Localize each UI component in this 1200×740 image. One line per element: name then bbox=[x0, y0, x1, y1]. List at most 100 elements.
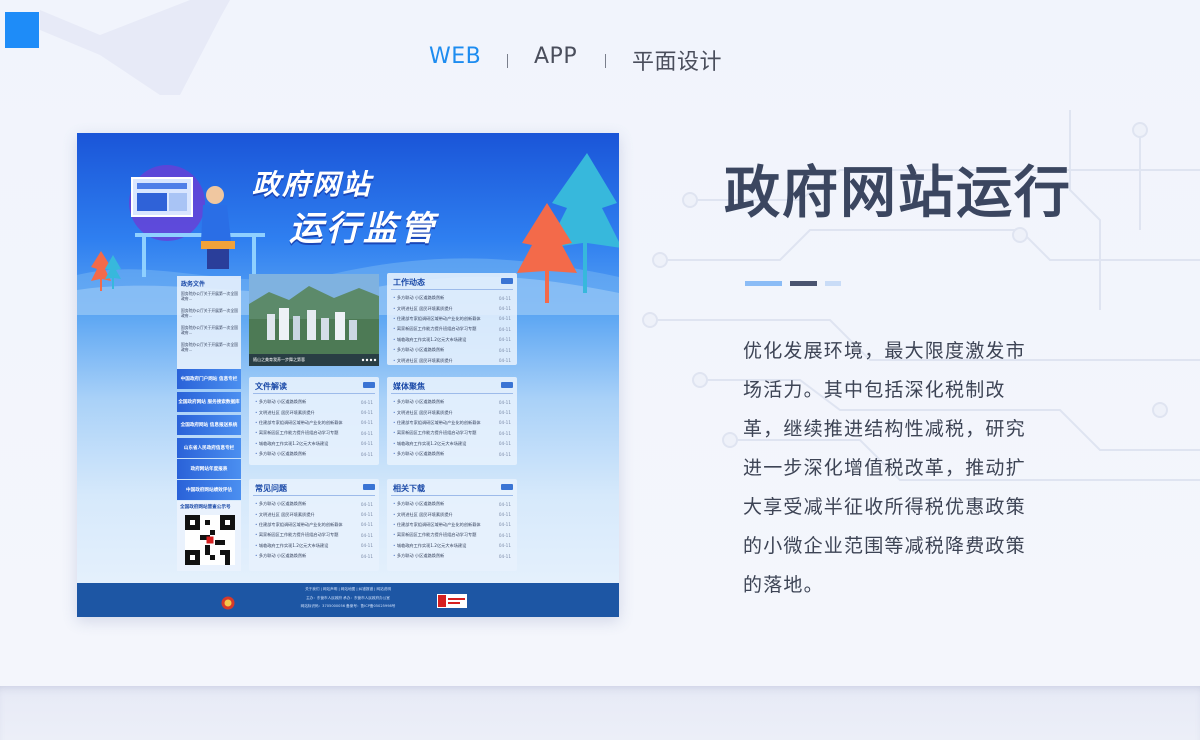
list-item-title: 文明进社区 居民环境素质提升 bbox=[255, 512, 315, 518]
side-banner[interactable]: 政府网站年度报表 bbox=[177, 459, 241, 479]
list-item[interactable]: 国务院办公厅关于开展第一次全国政府... bbox=[181, 291, 239, 301]
list-item-date: 04-11 bbox=[360, 410, 373, 416]
nav-tab-web[interactable]: WEB bbox=[429, 44, 481, 69]
more-button[interactable] bbox=[501, 484, 513, 490]
list-item-date: 04-11 bbox=[360, 512, 373, 518]
list-item[interactable]: 多方联动 小区道路焕然新 04-11 bbox=[393, 551, 511, 561]
list-item[interactable]: 离家新园区工作能力提升班组启动学习专题 04-11 bbox=[393, 530, 511, 540]
list-item[interactable]: 城临政府工作实现1.2亿元大市场建设 04-11 bbox=[393, 439, 511, 449]
list-item[interactable]: 多方联动 小区道路焕然新 04-11 bbox=[255, 499, 373, 509]
banner-title-line-2: 运行监管 bbox=[289, 209, 437, 249]
list-item[interactable]: 离家新园区工作能力提升班组启动学习专题 04-11 bbox=[255, 530, 373, 540]
list-item[interactable]: 多方联动 小区道路焕然新 04-11 bbox=[255, 551, 373, 561]
list-item-date: 04-11 bbox=[360, 553, 373, 559]
list-item-title: 住建部专家组调研区域带动产业化的创新载体 bbox=[393, 316, 481, 322]
list-item-date: 04-11 bbox=[498, 522, 511, 528]
list-item[interactable]: 城临政府工作实现1.2亿元大市场建设 04-11 bbox=[255, 439, 373, 449]
divider bbox=[253, 393, 375, 394]
list-item[interactable]: 住建部专家组调研区域带动产业化的创新载体 04-11 bbox=[393, 520, 511, 530]
list-item-date: 04-11 bbox=[498, 512, 511, 518]
list-item-title: 城临政府工作实现1.2亿元大市场建设 bbox=[393, 337, 466, 343]
list-item[interactable]: 住建部专家组调研区域带动产业化的创新载体 04-11 bbox=[255, 418, 373, 428]
list-item-date: 04-11 bbox=[498, 326, 511, 332]
list-item-title: 多方联动 小区道路焕然新 bbox=[393, 553, 444, 559]
list-item[interactable]: 文明进社区 居民环境素质提升 04-11 bbox=[393, 509, 511, 519]
list-item[interactable]: 多方联动 小区道路焕然新 04-11 bbox=[393, 499, 511, 509]
list-item[interactable]: 文明进社区 居民环境素质提升 04-11 bbox=[255, 407, 373, 417]
list-item[interactable]: 多方联动 小区道路焕然新 04-11 bbox=[393, 345, 511, 355]
side-banner[interactable]: 全国政府网站 信息报送系统 bbox=[177, 415, 241, 435]
more-button[interactable] bbox=[363, 484, 375, 490]
side-banner[interactable]: 全国政府网站 服务搜索数据库 bbox=[177, 392, 241, 412]
list-item-date: 04-11 bbox=[360, 543, 373, 549]
more-button[interactable] bbox=[501, 382, 513, 388]
list-item[interactable]: 多方联动 小区道路焕然新 04-11 bbox=[393, 449, 511, 459]
list-item-title: 文明进社区 居民环境素质提升 bbox=[255, 410, 315, 416]
corner-square-decoration bbox=[5, 12, 39, 48]
list-item[interactable]: 离家新园区工作能力提升班组启动学习专题 04-11 bbox=[255, 428, 373, 438]
side-banner[interactable]: 山东省人民政府信息专栏 bbox=[177, 438, 241, 458]
list-item-title: 多方联动 小区道路焕然新 bbox=[393, 451, 444, 457]
list-item[interactable]: 多方联动 小区道路焕然新 04-11 bbox=[255, 449, 373, 459]
list-item-date: 04-11 bbox=[498, 543, 511, 549]
policy-file-title: 政务文件 bbox=[181, 281, 206, 288]
list-item-title: 城临政府工作实现1.2亿元大市场建设 bbox=[255, 543, 328, 549]
small-leaf-decoration bbox=[91, 251, 121, 291]
more-button[interactable] bbox=[363, 382, 375, 388]
side-banner[interactable]: 中国政府网站绩效评估 bbox=[177, 480, 241, 500]
list-item-date: 04-11 bbox=[498, 501, 511, 507]
list-item-date: 04-11 bbox=[360, 532, 373, 538]
list-item[interactable]: 住建部专家组调研区域带动产业化的创新载体 04-11 bbox=[393, 314, 511, 324]
list-item[interactable]: 离家新园区工作能力提升班组启动学习专题 04-11 bbox=[393, 428, 511, 438]
side-banner[interactable]: 中国政府门户网站 信息专栏 bbox=[177, 369, 241, 389]
list-item-title: 离家新园区工作能力提升班组启动学习专题 bbox=[255, 430, 339, 436]
list-item[interactable]: 多方联动 小区道路焕然新 04-11 bbox=[255, 397, 373, 407]
policy-file-panel: 政务文件 国务院办公厅关于开展第一次全国政府... 国务院办公厅关于开展第一次全… bbox=[177, 276, 241, 370]
list-item-title: 城临政府工作实现1.2亿元大市场建设 bbox=[393, 441, 466, 447]
panel-list: 多方联动 小区道路焕然新04-11文明进社区 居民环境素质提升04-11住建部专… bbox=[393, 293, 511, 366]
list-item[interactable]: 国务院办公厅关于开展第一次全国政府... bbox=[181, 325, 239, 335]
list-item[interactable]: 多方联动 小区道路焕然新 04-11 bbox=[393, 397, 511, 407]
list-item[interactable]: 城临政府工作实现1.2亿元大市场建设 04-11 bbox=[255, 541, 373, 551]
panel-title: 媒体聚焦 bbox=[393, 382, 425, 391]
panel-title: 工作动态 bbox=[393, 278, 425, 287]
list-item-date: 04-11 bbox=[498, 316, 511, 322]
list-item[interactable]: 文明进社区 居民环境素质提升 04-11 bbox=[255, 509, 373, 519]
footer-links[interactable]: 关于我们 | 网站声明 | 网站地图 | 纠错报错 | 网站说明 bbox=[77, 587, 619, 592]
panel-downloads: 相关下载 多方联动 小区道路焕然新 04-11 文明进社区 居民环境素质提升 04-1… bbox=[387, 479, 517, 571]
panel-list: 多方联动 小区道路焕然新04-11文明进社区 居民环境素质提升04-11住建部专… bbox=[393, 397, 511, 459]
city-photo[interactable] bbox=[249, 274, 379, 366]
nav-tab-graphic-design[interactable]: 平面设计 bbox=[632, 44, 722, 76]
list-item-date: 04-11 bbox=[360, 420, 373, 426]
list-item-title: 住建部专家组调研区域带动产业化的创新载体 bbox=[393, 522, 481, 528]
list-item-date: 04-11 bbox=[360, 399, 373, 405]
divider bbox=[391, 495, 513, 496]
list-item[interactable]: 离家新园区工作能力提升班组启动学习专题 04-11 bbox=[393, 324, 511, 334]
panel-title: 常见问题 bbox=[255, 484, 287, 493]
list-item-title: 多方联动 小区道路焕然新 bbox=[255, 399, 306, 405]
list-item[interactable]: 多方联动 小区道路焕然新 04-11 bbox=[393, 293, 511, 303]
photo-caption: 随山之美育我养一步舞之第蓉 bbox=[253, 357, 305, 362]
list-item[interactable]: 住建部专家组调研区域带动产业化的创新载体 04-11 bbox=[255, 520, 373, 530]
list-item[interactable]: 国务院办公厅关于开展第一次全国政府... bbox=[181, 342, 239, 352]
list-item[interactable]: 文明进社区 居民环境素质提升 04-11 bbox=[393, 407, 511, 417]
nav-tab-app[interactable]: APP bbox=[534, 44, 577, 69]
list-item[interactable]: 国务院办公厅关于开展第一次全国政府... bbox=[181, 308, 239, 318]
list-item[interactable]: 文明进社区 居民环境素质提升 04-11 bbox=[393, 355, 511, 365]
list-item[interactable]: 文明进社区 居民环境素质提升 04-11 bbox=[393, 303, 511, 313]
qr-code-panel: 全国政府网站普查公示号 bbox=[177, 501, 241, 571]
accent-dash bbox=[745, 281, 782, 286]
list-item-title: 文明进社区 居民环境素质提升 bbox=[393, 358, 453, 364]
list-item[interactable]: 城临政府工作实现1.2亿元大市场建设 04-11 bbox=[393, 541, 511, 551]
national-emblem-icon bbox=[221, 596, 235, 610]
list-item[interactable]: 住建部专家组调研区域带动产业化的创新载体 04-11 bbox=[393, 418, 511, 428]
list-item-title: 文明进社区 居民环境素质提升 bbox=[393, 512, 453, 518]
nav-separator bbox=[507, 54, 508, 68]
list-item-date: 04-11 bbox=[360, 522, 373, 528]
panel-list: 多方联动 小区道路焕然新04-11文明进社区 居民环境素质提升04-11住建部专… bbox=[255, 397, 373, 459]
list-item[interactable]: 城临政府工作实现1.2亿元大市场建设 04-11 bbox=[393, 335, 511, 345]
more-button[interactable] bbox=[501, 278, 513, 284]
list-item-title: 多方联动 小区道路焕然新 bbox=[393, 347, 444, 353]
list-item-date: 04-11 bbox=[498, 553, 511, 559]
list-item-title: 城临政府工作实现1.2亿元大市场建设 bbox=[393, 543, 466, 549]
